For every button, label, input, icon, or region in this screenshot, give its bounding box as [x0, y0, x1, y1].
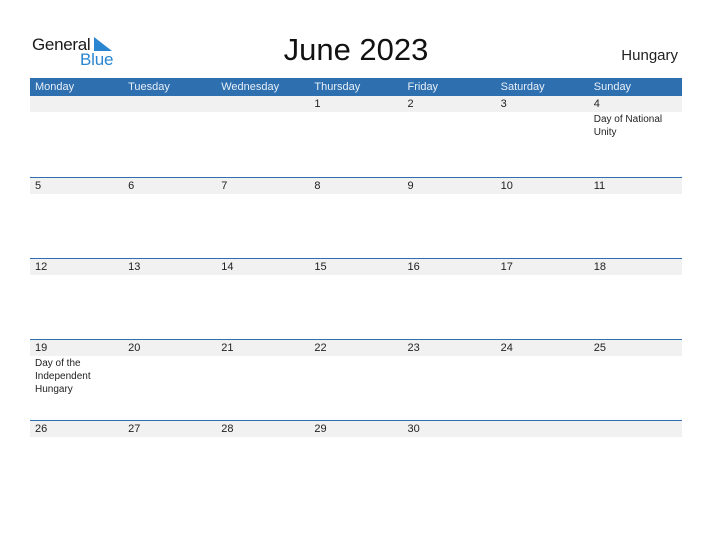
- event-row: [30, 275, 682, 276]
- day-number: [496, 421, 589, 437]
- holiday-label: [123, 437, 216, 438]
- holiday-label: [30, 112, 123, 139]
- holiday-label: [403, 275, 496, 276]
- day-number: 15: [314, 261, 327, 273]
- holiday-label: [403, 356, 496, 396]
- date-number-row: 19 20 21 22 23 24 25: [30, 340, 682, 356]
- day-number: 1: [314, 98, 321, 110]
- holiday-label: [30, 275, 123, 276]
- day-number: 8: [314, 180, 321, 192]
- event-row: Day of the Independent Hungary: [30, 356, 682, 396]
- day-number: 11: [593, 180, 606, 192]
- holiday-label: [496, 275, 589, 276]
- day-number: 17: [500, 261, 513, 273]
- holiday-label: [216, 194, 309, 195]
- holiday-label: [123, 275, 216, 276]
- weekday-monday: Monday: [35, 81, 75, 93]
- day-number: 20: [128, 342, 141, 354]
- weekday-sunday: Sunday: [593, 81, 632, 93]
- holiday-label: [309, 112, 402, 139]
- holiday-label: [216, 275, 309, 276]
- week-row: 12 13 14 15 16 17 18: [30, 258, 682, 339]
- day-number: 3: [500, 98, 507, 110]
- week-row: 1 2 3 4 Day of National Unity: [30, 96, 682, 177]
- event-row: [30, 194, 682, 195]
- day-number: 19: [35, 342, 48, 354]
- day-number: [216, 96, 309, 112]
- holiday-label: Day of the Independent Hungary: [35, 358, 91, 395]
- day-number: 30: [407, 423, 420, 435]
- day-number: 23: [407, 342, 420, 354]
- day-number: [30, 96, 123, 112]
- country-label: Hungary: [621, 47, 678, 64]
- date-number-row: 26 27 28 29 30: [30, 421, 682, 437]
- holiday-label: Day of National Unity: [593, 114, 663, 138]
- day-number: 22: [314, 342, 327, 354]
- date-number-row: 1 2 3 4: [30, 96, 682, 112]
- holiday-label: [589, 275, 682, 276]
- day-number: 6: [128, 180, 135, 192]
- day-number: 16: [407, 261, 420, 273]
- day-number: 12: [35, 261, 48, 273]
- weeks-container: 1 2 3 4 Day of National Unity 5 6 7 8 9 10 11 12 13 14…: [30, 96, 682, 501]
- day-number: 24: [500, 342, 513, 354]
- holiday-label: [309, 356, 402, 396]
- date-number-row: 12 13 14 15 16 17 18: [30, 259, 682, 275]
- day-number: 9: [407, 180, 414, 192]
- day-number: 10: [500, 180, 513, 192]
- day-number: 7: [221, 180, 228, 192]
- holiday-label: [123, 356, 216, 396]
- calendar-grid: Monday Tuesday Wednesday Thursday Friday…: [30, 78, 682, 501]
- holiday-label: [216, 437, 309, 438]
- holiday-label: [496, 194, 589, 195]
- day-number: 25: [593, 342, 606, 354]
- holiday-label: [216, 356, 309, 396]
- weekday-friday: Friday: [407, 81, 439, 93]
- page-title: June 2023: [283, 32, 429, 67]
- day-number: 14: [221, 261, 234, 273]
- weekday-tuesday: Tuesday: [128, 81, 170, 93]
- weekday-thursday: Thursday: [314, 81, 361, 93]
- weekday-wednesday: Wednesday: [221, 81, 280, 93]
- day-number: [589, 421, 682, 437]
- day-number: 13: [128, 261, 141, 273]
- day-number: 26: [35, 423, 48, 435]
- holiday-label: [309, 194, 402, 195]
- holiday-label: [403, 112, 496, 139]
- holiday-label: [309, 437, 402, 438]
- holiday-label: [589, 194, 682, 195]
- holiday-label: [496, 356, 589, 396]
- day-number: [123, 96, 216, 112]
- event-row: Day of National Unity: [30, 112, 682, 139]
- week-row: 26 27 28 29 30: [30, 420, 682, 501]
- holiday-label: [30, 194, 123, 195]
- holiday-label: [403, 194, 496, 195]
- holiday-label: [309, 275, 402, 276]
- holiday-label: [216, 112, 309, 139]
- event-row: [30, 437, 682, 438]
- day-number: 28: [221, 423, 234, 435]
- day-number: 27: [128, 423, 141, 435]
- holiday-label: [123, 194, 216, 195]
- holiday-label: [403, 437, 496, 438]
- holiday-label: [30, 437, 123, 438]
- day-number: 2: [407, 98, 414, 110]
- weekday-header: Monday Tuesday Wednesday Thursday Friday…: [30, 78, 682, 96]
- day-number: 21: [221, 342, 234, 354]
- holiday-label: [589, 356, 682, 396]
- week-row: 5 6 7 8 9 10 11: [30, 177, 682, 258]
- holiday-label: [589, 437, 682, 438]
- date-number-row: 5 6 7 8 9 10 11: [30, 178, 682, 194]
- holiday-label: [123, 112, 216, 139]
- day-number: 5: [35, 180, 42, 192]
- day-number: 18: [593, 261, 606, 273]
- weekday-saturday: Saturday: [500, 81, 545, 93]
- holiday-label: [496, 112, 589, 139]
- day-number: 29: [314, 423, 327, 435]
- holiday-label: [496, 437, 589, 438]
- week-row: 19 20 21 22 23 24 25 Day of the Independent Hun…: [30, 339, 682, 420]
- day-number: 4: [593, 98, 600, 110]
